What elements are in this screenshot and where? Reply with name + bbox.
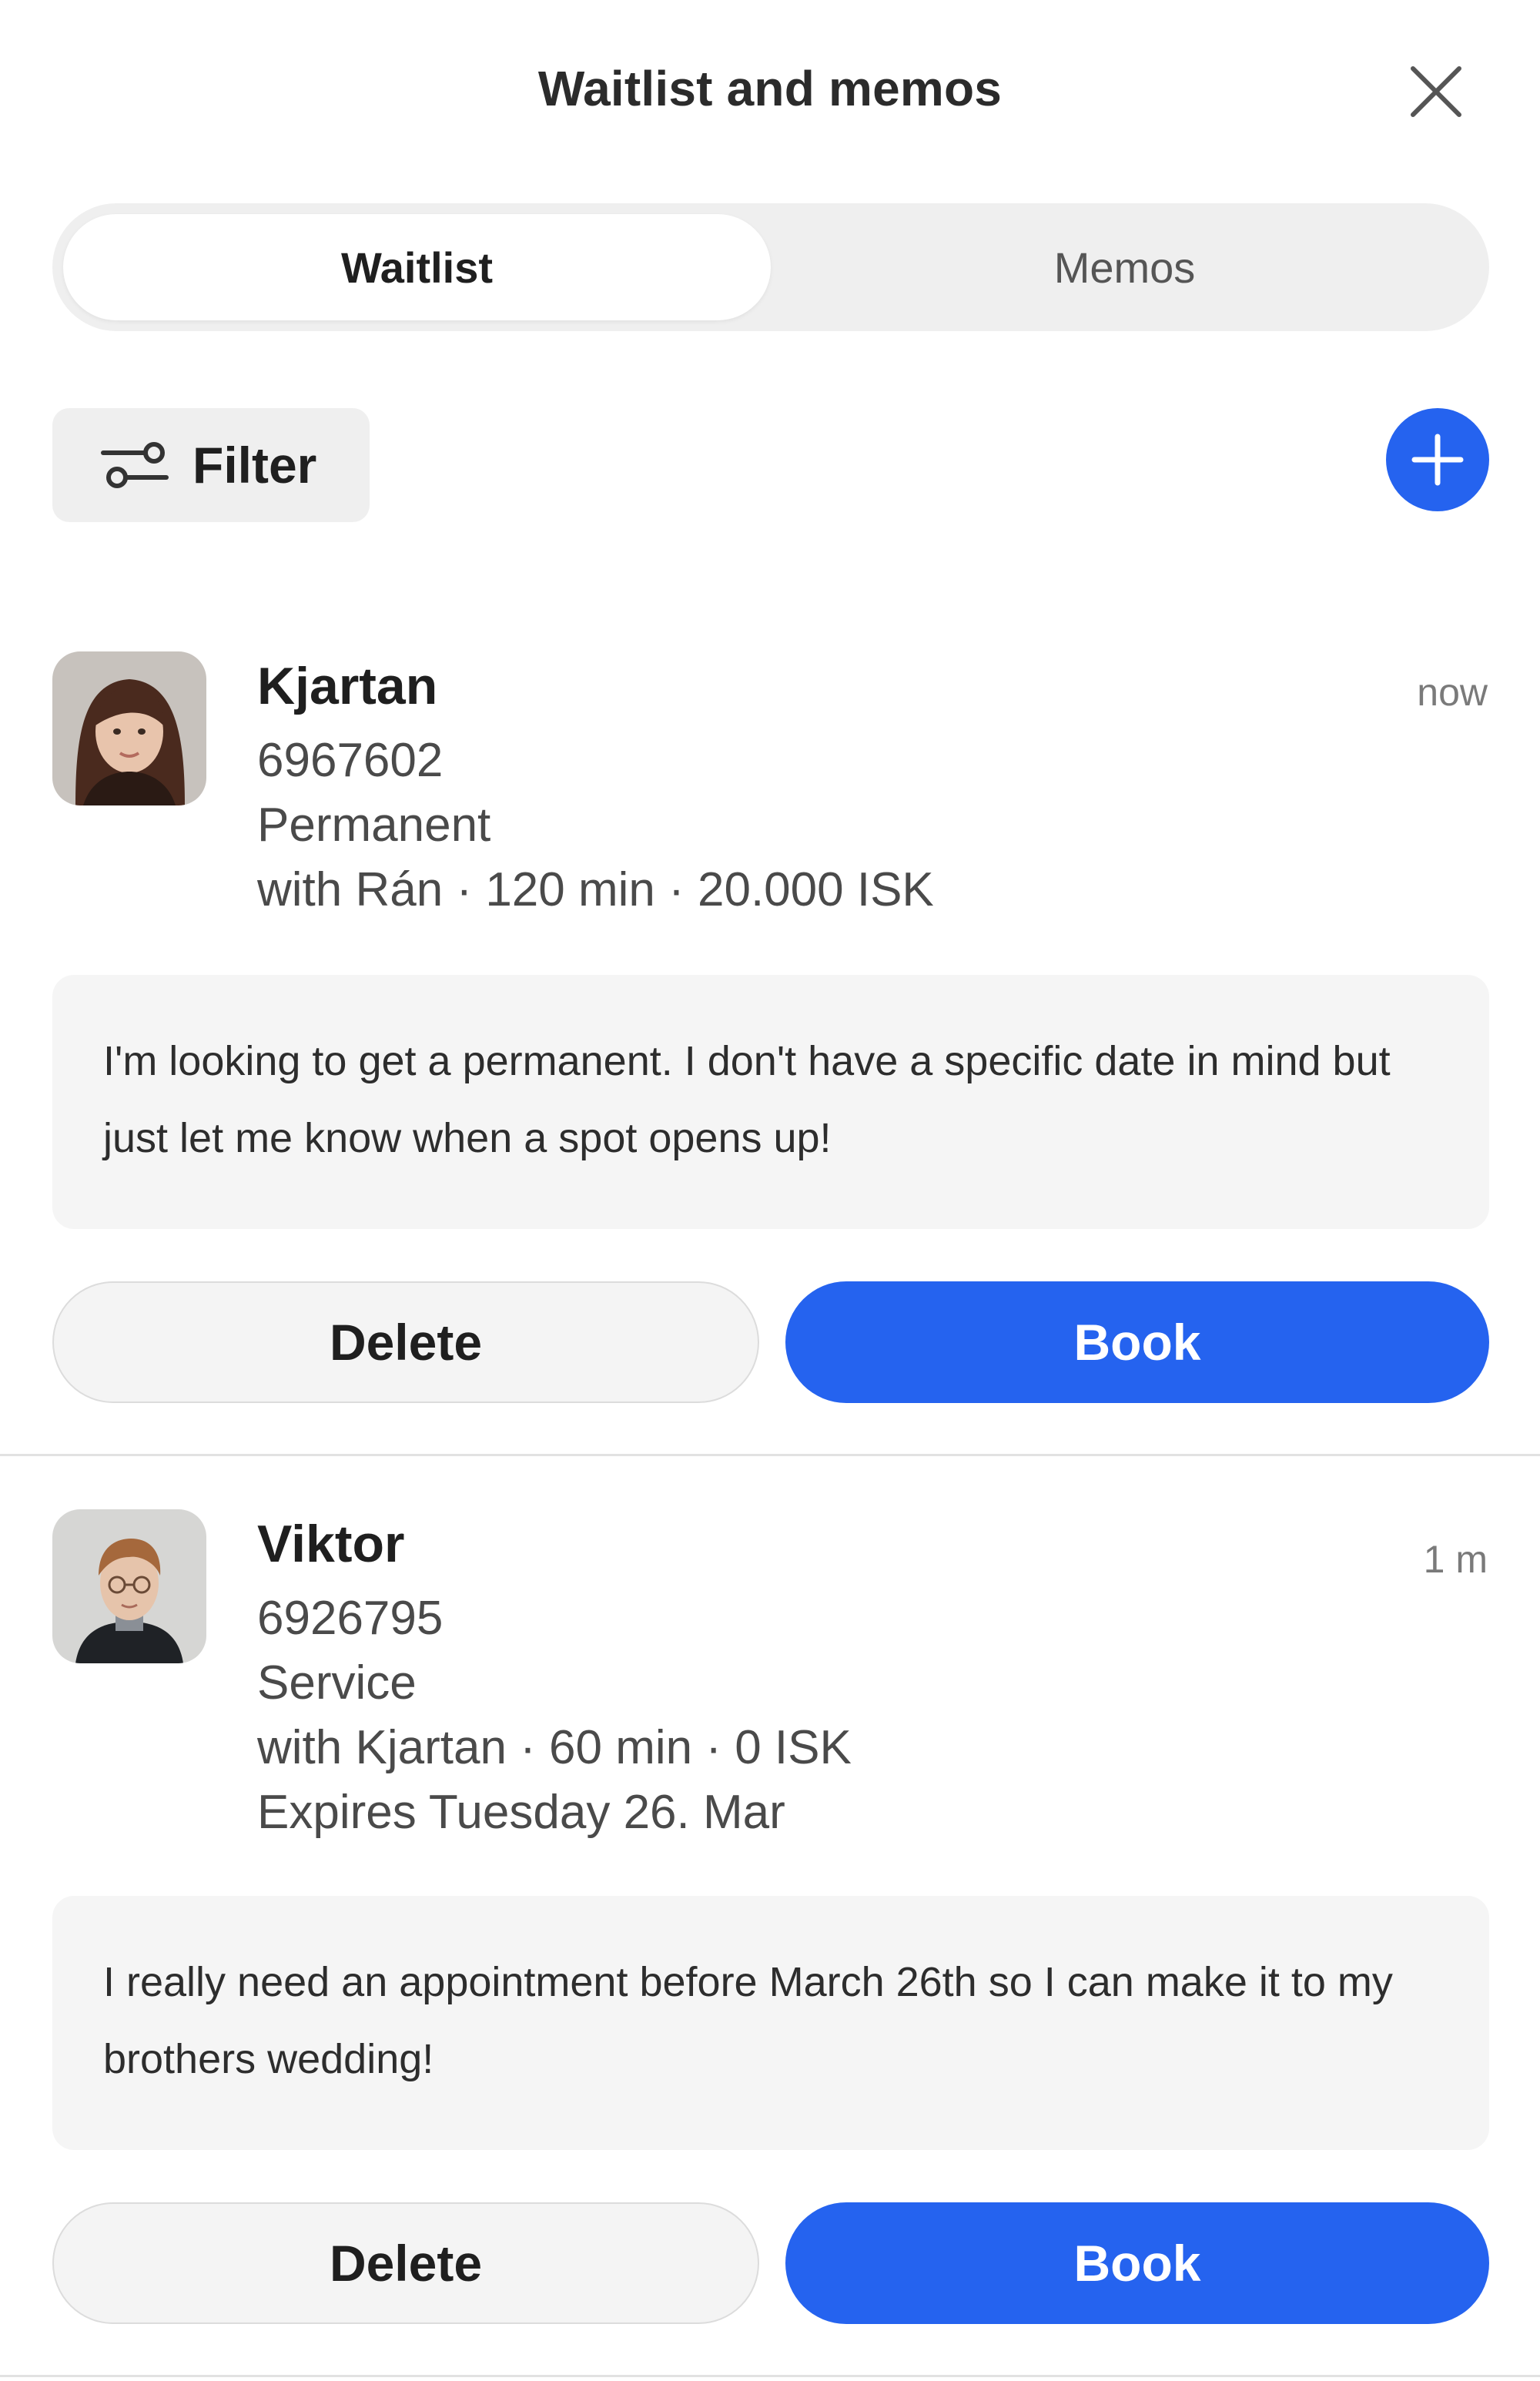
- service-name: Permanent: [257, 799, 491, 852]
- client-name: Viktor: [257, 1515, 405, 1573]
- client-name: Kjartan: [257, 657, 438, 715]
- view-tabs: Waitlist Memos: [52, 203, 1489, 331]
- service-name: Service: [257, 1656, 417, 1710]
- client-note: I really need an appointment before Marc…: [52, 1896, 1489, 2150]
- add-button[interactable]: [1386, 408, 1489, 511]
- panel-title: Waitlist and memos: [537, 61, 1003, 116]
- avatar-man-icon: [52, 1509, 206, 1663]
- tab-memos[interactable]: Memos: [771, 214, 1478, 320]
- service-details: with Kjartan · 60 min · 0 ISK: [257, 1721, 852, 1774]
- filter-label: Filter: [192, 437, 317, 494]
- avatar-woman-icon: [52, 651, 206, 805]
- avatar: [52, 1509, 206, 1663]
- waitlist-panel: Waitlist and memos Waitlist Memos Filter: [0, 0, 1540, 2381]
- timestamp: now: [1417, 671, 1488, 714]
- client-phone: 6967602: [257, 734, 444, 787]
- expiry-date: Expires Tuesday 26. Mar: [257, 1786, 785, 1839]
- entry-divider: [0, 2375, 1540, 2377]
- avatar: [52, 651, 206, 805]
- close-button[interactable]: [1403, 59, 1469, 125]
- timestamp: 1 m: [1423, 1538, 1488, 1581]
- delete-button[interactable]: Delete: [52, 1281, 759, 1403]
- tab-waitlist[interactable]: Waitlist: [63, 214, 771, 320]
- close-icon: [1411, 66, 1461, 117]
- book-button[interactable]: Book: [785, 2202, 1489, 2324]
- book-button[interactable]: Book: [785, 1281, 1489, 1403]
- filter-button[interactable]: Filter: [52, 408, 370, 522]
- panel-header: Waitlist and memos: [0, 0, 1540, 182]
- service-details: with Rán · 120 min · 20.000 ISK: [257, 863, 934, 916]
- entry-divider: [0, 1454, 1540, 1456]
- sliders-icon: [101, 442, 169, 488]
- plus-icon: [1411, 434, 1464, 486]
- delete-button[interactable]: Delete: [52, 2202, 759, 2324]
- client-phone: 6926795: [257, 1592, 444, 1645]
- client-note: I'm looking to get a permanent. I don't …: [52, 975, 1489, 1229]
